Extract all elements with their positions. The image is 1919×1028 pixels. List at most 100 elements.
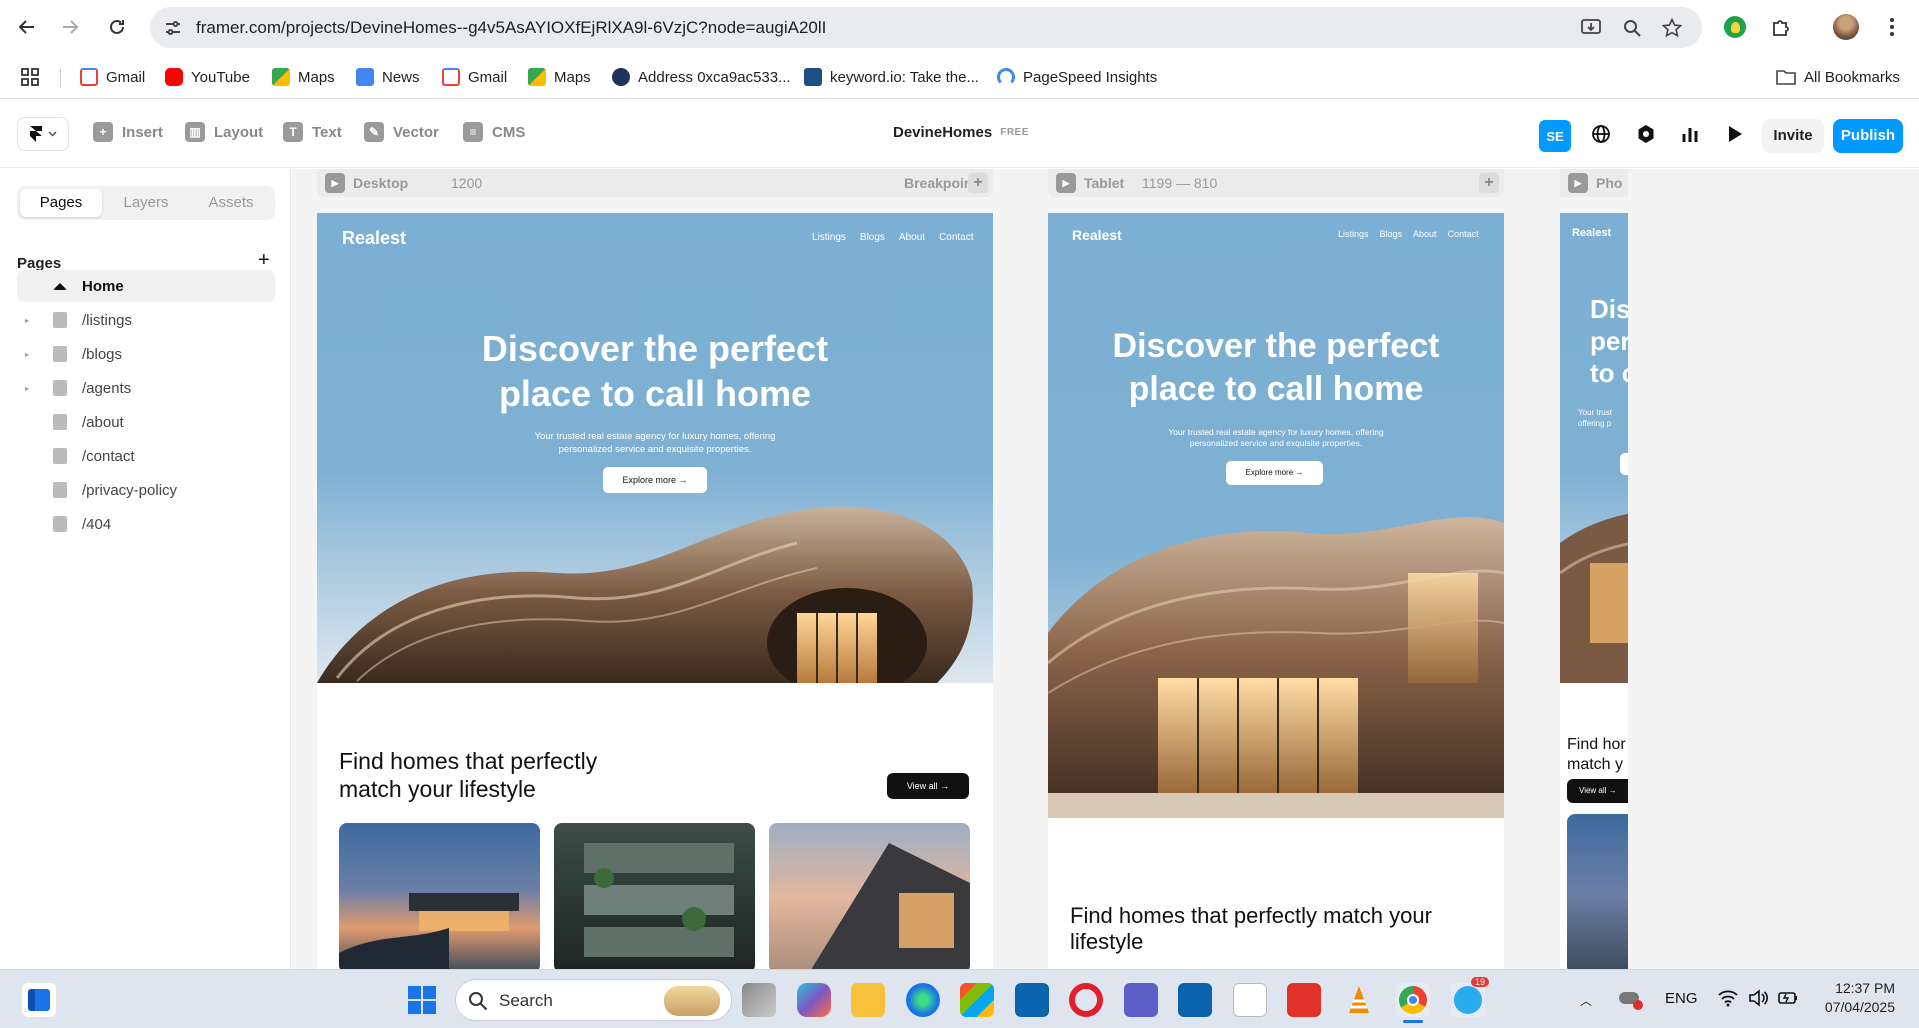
onedrive-error-icon[interactable] bbox=[1619, 988, 1643, 1010]
globe-icon[interactable] bbox=[1587, 120, 1615, 148]
framer-menu-button[interactable] bbox=[17, 117, 69, 151]
tab-assets[interactable]: Assets bbox=[190, 189, 272, 217]
bookmark-keyword-io[interactable]: keyword.io: Take the... bbox=[804, 63, 979, 91]
battery-icon[interactable] bbox=[1778, 989, 1798, 1007]
play-icon[interactable]: ▶ bbox=[325, 173, 345, 193]
desktop-frame[interactable]: Realest Listings Blogs About Contact Dis… bbox=[317, 213, 993, 969]
volume-icon[interactable] bbox=[1748, 989, 1768, 1007]
text-tool[interactable]: T Text bbox=[283, 122, 342, 142]
listing-card-image[interactable] bbox=[769, 823, 970, 969]
nav-contact[interactable]: Contact bbox=[1448, 229, 1479, 239]
view-all-button[interactable]: View all → bbox=[1567, 779, 1628, 803]
system-clock[interactable]: 12:37 PM 07/04/2025 bbox=[1817, 979, 1895, 1017]
nav-contact[interactable]: Contact bbox=[939, 232, 973, 243]
chevron-up-icon[interactable]: ︿ bbox=[1580, 992, 1592, 1009]
all-bookmarks[interactable]: All Bookmarks bbox=[1776, 63, 1900, 91]
bookmark-star-icon[interactable] bbox=[1661, 17, 1683, 39]
chrome-menu-icon[interactable] bbox=[1877, 12, 1907, 42]
play-icon[interactable]: ▶ bbox=[1568, 173, 1588, 193]
windows-start-icon[interactable] bbox=[405, 983, 439, 1017]
bookmark-gmail[interactable]: Gmail bbox=[80, 63, 145, 91]
nav-blogs[interactable]: Blogs bbox=[1380, 229, 1403, 239]
teams-icon[interactable] bbox=[1124, 983, 1158, 1017]
add-breakpoint-icon[interactable]: + bbox=[1479, 173, 1499, 193]
phone-frame[interactable]: Realest Dis per to c Your trust offering… bbox=[1560, 213, 1628, 969]
page-item[interactable]: Home bbox=[17, 270, 275, 302]
listing-card-image[interactable] bbox=[1567, 814, 1628, 969]
nav-listings[interactable]: Listings bbox=[812, 232, 846, 243]
bookmark-youtube[interactable]: YouTube bbox=[165, 63, 250, 91]
copilot-icon[interactable] bbox=[797, 983, 831, 1017]
widgets-icon[interactable] bbox=[22, 983, 56, 1017]
site-logo[interactable]: Realest bbox=[1072, 227, 1122, 243]
nav-listings[interactable]: Listings bbox=[1338, 229, 1369, 239]
bookmark-pagespeed[interactable]: PageSpeed Insights bbox=[997, 63, 1157, 91]
canvas[interactable]: ▶ Desktop 1200 Breakpoint + ▶ Tablet 119… bbox=[292, 169, 1919, 969]
vector-tool[interactable]: ✎ Vector bbox=[364, 122, 439, 142]
extensions-puzzle-icon[interactable] bbox=[1766, 12, 1796, 42]
wps-icon[interactable] bbox=[1287, 983, 1321, 1017]
preview-play-icon[interactable] bbox=[1721, 120, 1749, 148]
page-item[interactable]: /privacy-policy bbox=[17, 474, 275, 506]
nav-blogs[interactable]: Blogs bbox=[860, 232, 885, 243]
play-icon[interactable]: ▶ bbox=[1056, 173, 1076, 193]
page-item[interactable]: ▸ /blogs bbox=[17, 338, 275, 370]
phone-breakpoint-bar[interactable]: ▶ Pho bbox=[1560, 169, 1628, 197]
expand-arrow-icon[interactable]: ▸ bbox=[25, 316, 39, 325]
invite-button[interactable]: Invite bbox=[1762, 119, 1824, 153]
tablet-breakpoint-bar[interactable]: ▶ Tablet 1199 — 810 + bbox=[1048, 169, 1504, 197]
explore-more-button[interactable] bbox=[1620, 453, 1628, 475]
extension-lightbulb-icon[interactable] bbox=[1720, 12, 1750, 42]
breakpoint-label[interactable]: Breakpoint bbox=[904, 175, 977, 191]
tab-pages[interactable]: Pages bbox=[20, 189, 102, 217]
view-all-button[interactable]: View all → bbox=[887, 773, 969, 799]
insert-tool[interactable]: + Insert bbox=[93, 122, 163, 142]
language-indicator[interactable]: ENG bbox=[1665, 990, 1698, 1007]
zoom-icon[interactable] bbox=[1621, 17, 1643, 39]
word-icon[interactable] bbox=[1178, 983, 1212, 1017]
forward-arrow-icon[interactable] bbox=[55, 12, 85, 42]
page-item[interactable]: /contact bbox=[17, 440, 275, 472]
edge-icon[interactable] bbox=[906, 983, 940, 1017]
page-item[interactable]: /about bbox=[17, 406, 275, 438]
listing-card-image[interactable] bbox=[339, 823, 540, 969]
file-explorer-icon[interactable] bbox=[851, 983, 885, 1017]
site-logo[interactable]: Realest bbox=[342, 228, 406, 249]
page-item[interactable]: ▸ /agents bbox=[17, 372, 275, 404]
tablet-frame[interactable]: Realest Listings Blogs About Contact Dis… bbox=[1048, 213, 1504, 969]
opera-icon[interactable] bbox=[1069, 983, 1103, 1017]
publish-button[interactable]: Publish bbox=[1833, 119, 1903, 153]
page-item[interactable]: /404 bbox=[17, 508, 275, 540]
bookmark-address[interactable]: Address 0xca9ac533... bbox=[612, 63, 791, 91]
layout-tool[interactable]: ▥ Layout bbox=[185, 122, 263, 142]
tab-layers[interactable]: Layers bbox=[105, 189, 187, 217]
back-arrow-icon[interactable] bbox=[12, 12, 42, 42]
add-breakpoint-icon[interactable]: + bbox=[968, 173, 988, 193]
store-icon[interactable] bbox=[960, 983, 994, 1017]
expand-arrow-icon[interactable]: ▸ bbox=[25, 350, 39, 359]
analytics-icon[interactable] bbox=[1676, 120, 1704, 148]
add-page-icon[interactable]: + bbox=[258, 249, 270, 272]
cms-tool[interactable]: ≡ CMS bbox=[463, 122, 525, 142]
apps-grid-icon[interactable] bbox=[20, 63, 40, 91]
url-text[interactable]: framer.com/projects/DevineHomes--g4v5AsA… bbox=[196, 18, 826, 38]
address-bar[interactable]: framer.com/projects/DevineHomes--g4v5AsA… bbox=[150, 7, 1702, 48]
notepad-icon[interactable] bbox=[1233, 983, 1267, 1017]
profile-avatar[interactable] bbox=[1831, 12, 1861, 42]
taskbar-search[interactable]: Search bbox=[455, 979, 732, 1021]
bookmark-news[interactable]: News bbox=[356, 63, 420, 91]
explore-more-button[interactable]: Explore more → bbox=[1226, 461, 1323, 485]
site-logo[interactable]: Realest bbox=[1572, 227, 1611, 239]
explore-more-button[interactable]: Explore more → bbox=[603, 467, 707, 493]
install-app-icon[interactable] bbox=[1580, 17, 1602, 39]
desktop-breakpoint-bar[interactable]: ▶ Desktop 1200 Breakpoint + bbox=[317, 169, 993, 197]
project-title[interactable]: DevineHomes FREE bbox=[893, 124, 1029, 141]
telegram-icon[interactable]: 19 bbox=[1451, 977, 1489, 1017]
nav-about[interactable]: About bbox=[899, 232, 925, 243]
chrome-taskbar-icon[interactable] bbox=[1396, 983, 1430, 1017]
listing-card-image[interactable] bbox=[554, 823, 755, 969]
bookmark-gmail-2[interactable]: Gmail bbox=[442, 63, 507, 91]
wifi-icon[interactable] bbox=[1718, 989, 1738, 1007]
settings-icon[interactable] bbox=[1632, 120, 1660, 148]
reload-icon[interactable] bbox=[102, 12, 132, 42]
